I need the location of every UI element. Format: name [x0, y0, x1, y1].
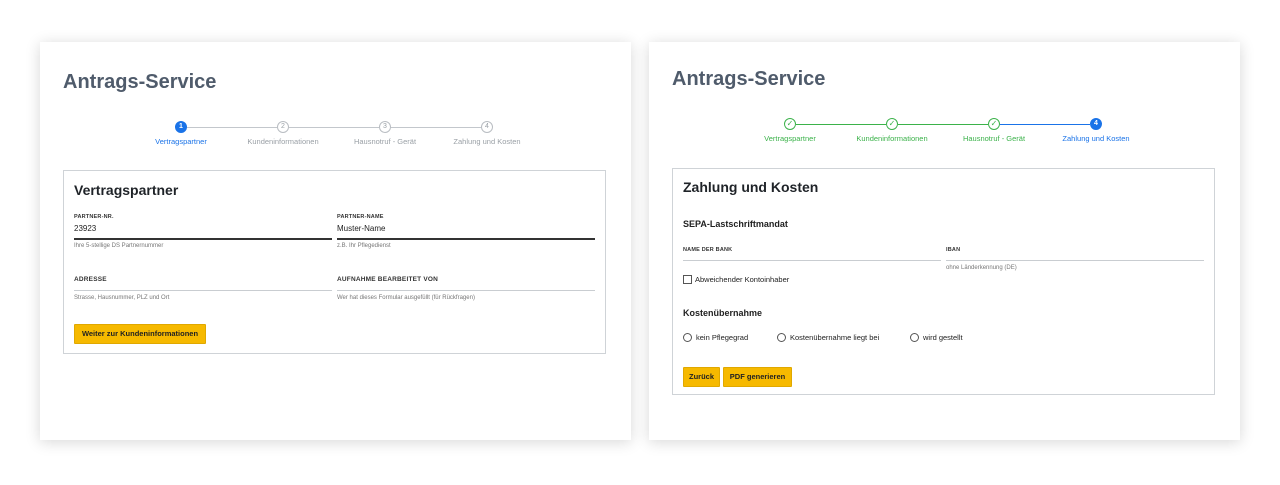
step-4-label[interactable]: Zahlung und Kosten — [1062, 134, 1129, 143]
radio-no-care-level[interactable] — [683, 333, 692, 342]
form-card: Zahlung und Kosten SEPA-Lastschriftmanda… — [672, 168, 1215, 395]
card-title: Vertragspartner — [74, 182, 179, 198]
field-value[interactable]: Muster-Name — [337, 224, 385, 233]
step-2-indicator[interactable]: 2 — [277, 121, 289, 133]
step-4-indicator[interactable]: 4 — [1090, 118, 1102, 130]
back-button[interactable]: Zurück — [683, 367, 720, 387]
step-1-indicator[interactable]: 1 — [175, 121, 187, 133]
generate-pdf-button[interactable]: PDF generieren — [723, 367, 792, 387]
card-title: Zahlung und Kosten — [683, 179, 819, 195]
step-connector — [391, 127, 481, 128]
field-underline — [683, 260, 941, 261]
progress-stepper: ✓ ✓ ✓ 4 Vertragspartner Kundeninformatio… — [649, 118, 1240, 148]
step-connector — [289, 127, 379, 128]
step-2-label[interactable]: Kundeninformationen — [856, 134, 927, 143]
next-step-button[interactable]: Weiter zur Kundeninformationen — [74, 324, 206, 344]
field-underline — [337, 238, 595, 240]
step-connector — [898, 124, 988, 125]
field-label: PARTNER-NAME — [337, 214, 384, 220]
app-title: Antrags-Service — [672, 68, 826, 90]
field-hint: ohne Länderkennung (DE) — [946, 265, 1017, 271]
cost-section-title: Kostenübernahme — [683, 308, 763, 318]
step-3-label[interactable]: Hausnotruf - Gerät — [963, 134, 1025, 143]
form-panel-step-4: Antrags-Service ✓ ✓ ✓ 4 Vertragspartner … — [649, 42, 1240, 440]
field-hint: Strasse, Hausnummer, PLZ und Ort — [74, 295, 170, 301]
checkbox-label[interactable]: Abweichender Kontoinhaber — [695, 275, 789, 284]
field-value[interactable]: 23923 — [74, 224, 96, 233]
field-underline — [74, 290, 332, 291]
field-underline — [74, 238, 332, 240]
progress-stepper: 1 2 3 4 Vertragspartner Kundeninformatio… — [40, 121, 631, 151]
radio-label[interactable]: wird gestellt — [923, 333, 963, 342]
field-label: AUFNAHME BEARBEITET VON — [337, 276, 439, 283]
form-card: Vertragspartner PARTNER-NR. 23923 Ihre 5… — [63, 170, 606, 354]
radio-label[interactable]: Kostenübernahme liegt bei — [790, 333, 879, 342]
alt-account-holder-checkbox[interactable] — [683, 275, 692, 284]
field-label: PARTNER-NR. — [74, 214, 114, 220]
field-hint: Ihre 5-stellige DS Partnernummer — [74, 243, 164, 249]
field-underline — [946, 260, 1204, 261]
sepa-section-title: SEPA-Lastschriftmandat — [683, 219, 788, 229]
step-2-check-icon[interactable]: ✓ — [886, 118, 898, 130]
field-hint: z.B. Ihr Pflegedienst — [337, 243, 391, 249]
step-3-indicator[interactable]: 3 — [379, 121, 391, 133]
form-panel-step-1: Antrags-Service 1 2 3 4 Vertragspartner … — [40, 42, 631, 440]
radio-will-be-provided[interactable] — [910, 333, 919, 342]
step-2-label[interactable]: Kundeninformationen — [247, 137, 318, 146]
step-3-check-icon[interactable]: ✓ — [988, 118, 1000, 130]
app-title: Antrags-Service — [63, 71, 217, 93]
step-1-label[interactable]: Vertragspartner — [155, 137, 207, 146]
field-label: ADRESSE — [74, 276, 107, 283]
step-4-label[interactable]: Zahlung und Kosten — [453, 137, 520, 146]
field-label: IBAN — [946, 247, 961, 253]
step-connector — [796, 124, 886, 125]
step-connector — [1000, 124, 1090, 125]
radio-cost-coverage-attached[interactable] — [777, 333, 786, 342]
step-1-check-icon[interactable]: ✓ — [784, 118, 796, 130]
step-3-label[interactable]: Hausnotruf - Gerät — [354, 137, 416, 146]
radio-label[interactable]: kein Pflegegrad — [696, 333, 748, 342]
field-underline — [337, 290, 595, 291]
step-connector — [187, 127, 277, 128]
step-1-label[interactable]: Vertragspartner — [764, 134, 816, 143]
field-label: NAME DER BANK — [683, 247, 733, 253]
step-4-indicator[interactable]: 4 — [481, 121, 493, 133]
field-hint: Wer hat dieses Formular ausgefüllt (für … — [337, 295, 475, 301]
